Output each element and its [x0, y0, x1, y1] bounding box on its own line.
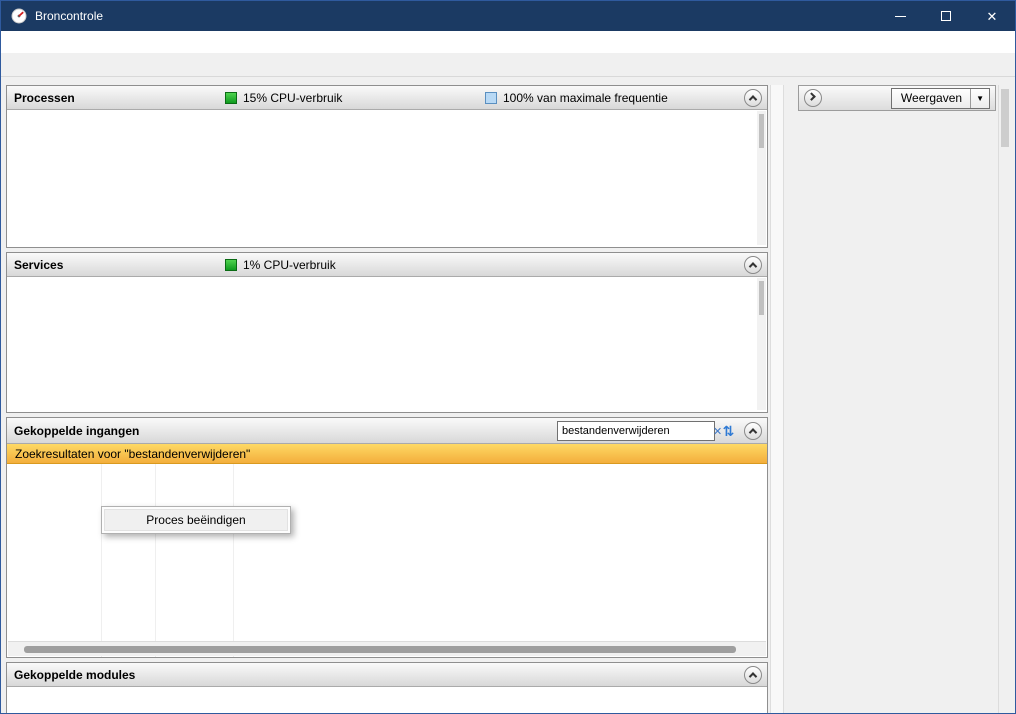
refresh-search-button[interactable]: ⇅ — [719, 422, 738, 441]
scrollbar-thumb[interactable] — [759, 114, 764, 148]
window-controls: ✕ — [877, 1, 1015, 31]
services-section-header[interactable]: Services 1% CPU-verbruik — [7, 253, 767, 277]
services-collapse-button[interactable] — [744, 255, 762, 274]
handles-section-header[interactable]: Gekoppelde ingangen ✕ ⇅ — [7, 418, 767, 444]
main-content: Processen 15% CPU-verbruik 100% van maxi… — [1, 77, 1015, 713]
chevron-up-icon — [748, 261, 758, 271]
services-cpu-label: 1% CPU-verbruik — [243, 257, 336, 272]
services-table-body — [7, 277, 767, 412]
modules-table-body — [7, 687, 767, 713]
minimize-icon — [894, 15, 906, 17]
services-cpu-swatch-icon — [225, 258, 237, 271]
services-cpu-legend: 1% CPU-verbruik — [225, 258, 336, 272]
column-divider — [233, 464, 234, 657]
resource-monitor-icon — [11, 8, 27, 24]
max-frequency-legend: 100% van maximale frequentie — [485, 91, 668, 105]
processes-panel: Processen 15% CPU-verbruik 100% van maxi… — [6, 85, 768, 248]
max-frequency-swatch-icon — [485, 91, 497, 104]
close-icon: ✕ — [986, 8, 998, 24]
chevron-down-icon: ▼ — [976, 93, 984, 103]
chevron-right-icon — [807, 92, 816, 101]
scrollbar-thumb[interactable] — [1001, 89, 1009, 147]
graphs-panel: Weergaven ▼ — [786, 85, 998, 713]
context-menu-item-end-process[interactable]: Proces beëindigen — [104, 509, 288, 531]
handles-collapse-button[interactable] — [744, 421, 762, 440]
services-panel: Services 1% CPU-verbruik — [6, 252, 768, 413]
close-button[interactable]: ✕ — [969, 1, 1015, 31]
cpu-usage-legend: 15% CPU-verbruik — [225, 91, 342, 105]
services-scrollbar[interactable] — [757, 278, 766, 410]
broncontrole-window: Broncontrole ✕ Processen 15% CPU-verbrui… — [0, 0, 1016, 714]
graphs-toolbar: Weergaven ▼ — [798, 85, 996, 111]
processes-collapse-button[interactable] — [744, 88, 762, 107]
column-divider — [101, 464, 102, 657]
services-title: Services — [14, 257, 64, 272]
max-frequency-label: 100% van maximale frequentie — [503, 90, 668, 105]
expand-panel-button[interactable] — [804, 89, 822, 107]
modules-collapse-button[interactable] — [744, 665, 762, 684]
handles-horizontal-scrollbar[interactable] — [8, 641, 766, 656]
search-results-bar: Zoekresultaten voor "bestandenverwijdere… — [7, 444, 767, 464]
modules-title: Gekoppelde modules — [14, 667, 136, 682]
processes-scrollbar[interactable] — [757, 111, 766, 245]
handles-table-body — [7, 464, 767, 657]
search-results-label: Zoekresultaten voor "bestandenverwijdere… — [15, 446, 251, 461]
menubar — [1, 31, 1015, 53]
handle-search-input[interactable] — [558, 425, 708, 437]
processes-table-body — [7, 110, 767, 247]
right-panel-scrollbar[interactable] — [998, 85, 1011, 713]
refresh-icon: ⇅ — [722, 423, 735, 439]
processes-title: Processen — [14, 90, 75, 105]
views-dropdown-button[interactable]: Weergaven ▼ — [890, 87, 990, 109]
tab-strip — [1, 53, 1015, 77]
scrollbar-thumb[interactable] — [24, 646, 736, 653]
cpu-usage-swatch-icon — [225, 91, 237, 104]
minimize-button[interactable] — [877, 1, 923, 31]
window-title: Broncontrole — [35, 9, 104, 23]
maximize-icon — [941, 11, 951, 21]
left-column: Processen 15% CPU-verbruik 100% van maxi… — [6, 85, 768, 713]
handle-search-box: ✕ — [557, 421, 722, 441]
scrollbar-thumb[interactable] — [759, 281, 764, 315]
left-panel-scrollbar[interactable] — [770, 85, 784, 713]
processes-section-header[interactable]: Processen 15% CPU-verbruik 100% van maxi… — [7, 86, 767, 110]
modules-section-header[interactable]: Gekoppelde modules — [7, 663, 767, 687]
context-menu: Proces beëindigen — [101, 506, 291, 534]
titlebar: Broncontrole ✕ — [1, 1, 1015, 31]
views-label: Weergaven — [900, 91, 963, 105]
column-divider — [155, 464, 156, 657]
chevron-up-icon — [748, 671, 758, 681]
handles-panel: Gekoppelde ingangen ✕ ⇅ Zoekresultaten v… — [6, 417, 768, 658]
chevron-up-icon — [748, 94, 758, 104]
modules-panel: Gekoppelde modules — [6, 662, 768, 713]
chevron-up-icon — [748, 427, 758, 437]
cpu-usage-label: 15% CPU-verbruik — [243, 90, 343, 105]
maximize-button[interactable] — [923, 1, 969, 31]
handles-title: Gekoppelde ingangen — [14, 423, 140, 438]
